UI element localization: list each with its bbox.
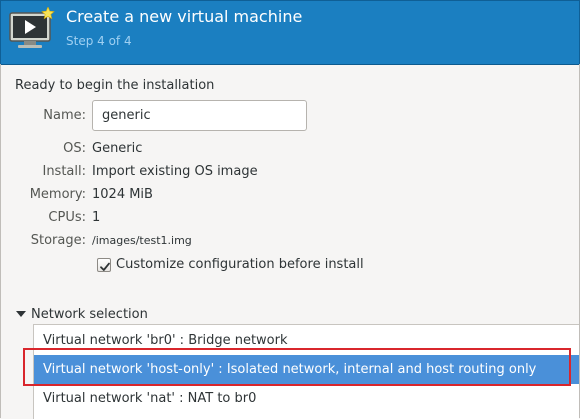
- network-list: Virtual network 'br0' : Bridge network V…: [33, 324, 579, 419]
- name-label: Name:: [43, 108, 86, 123]
- wizard-header: Create a new virtual machine Step 4 of 4: [0, 0, 580, 65]
- virtual-machine-icon: [9, 7, 55, 48]
- network-option-nat[interactable]: Virtual network 'nat' : NAT to br0: [34, 384, 579, 413]
- wizard-step: Step 4 of 4: [66, 34, 132, 48]
- customize-checkbox-label[interactable]: Customize configuration before install: [116, 257, 364, 272]
- expander-arrow-down-icon[interactable]: [16, 309, 26, 319]
- memory-value: 1024 MiB: [92, 187, 153, 202]
- network-selection-label[interactable]: Network selection: [31, 307, 148, 322]
- install-value: Import existing OS image: [92, 164, 258, 179]
- network-option-label: Virtual network 'br0' : Bridge network: [43, 333, 288, 348]
- storage-label: Storage:: [30, 233, 86, 248]
- cpus-value: 1: [92, 210, 101, 225]
- network-option-br0[interactable]: Virtual network 'br0' : Bridge network: [34, 326, 579, 355]
- customize-checkbox[interactable]: [97, 258, 111, 272]
- network-option-label: Virtual network 'nat' : NAT to br0: [43, 391, 257, 406]
- os-label: OS:: [63, 141, 86, 156]
- install-label: Install:: [42, 164, 86, 179]
- checkmark-icon: [100, 262, 110, 271]
- storage-value: /images/test1.img: [92, 234, 192, 247]
- cpus-label: CPUs:: [48, 210, 86, 225]
- memory-label: Memory:: [29, 187, 86, 202]
- ready-heading: Ready to begin the installation: [15, 78, 215, 93]
- network-option-label: Virtual network 'host-only' : Isolated n…: [43, 362, 537, 377]
- wizard-title: Create a new virtual machine: [66, 7, 303, 26]
- os-value: Generic: [92, 141, 143, 156]
- network-option-host-only[interactable]: Virtual network 'host-only' : Isolated n…: [34, 355, 579, 384]
- name-input[interactable]: [92, 100, 307, 131]
